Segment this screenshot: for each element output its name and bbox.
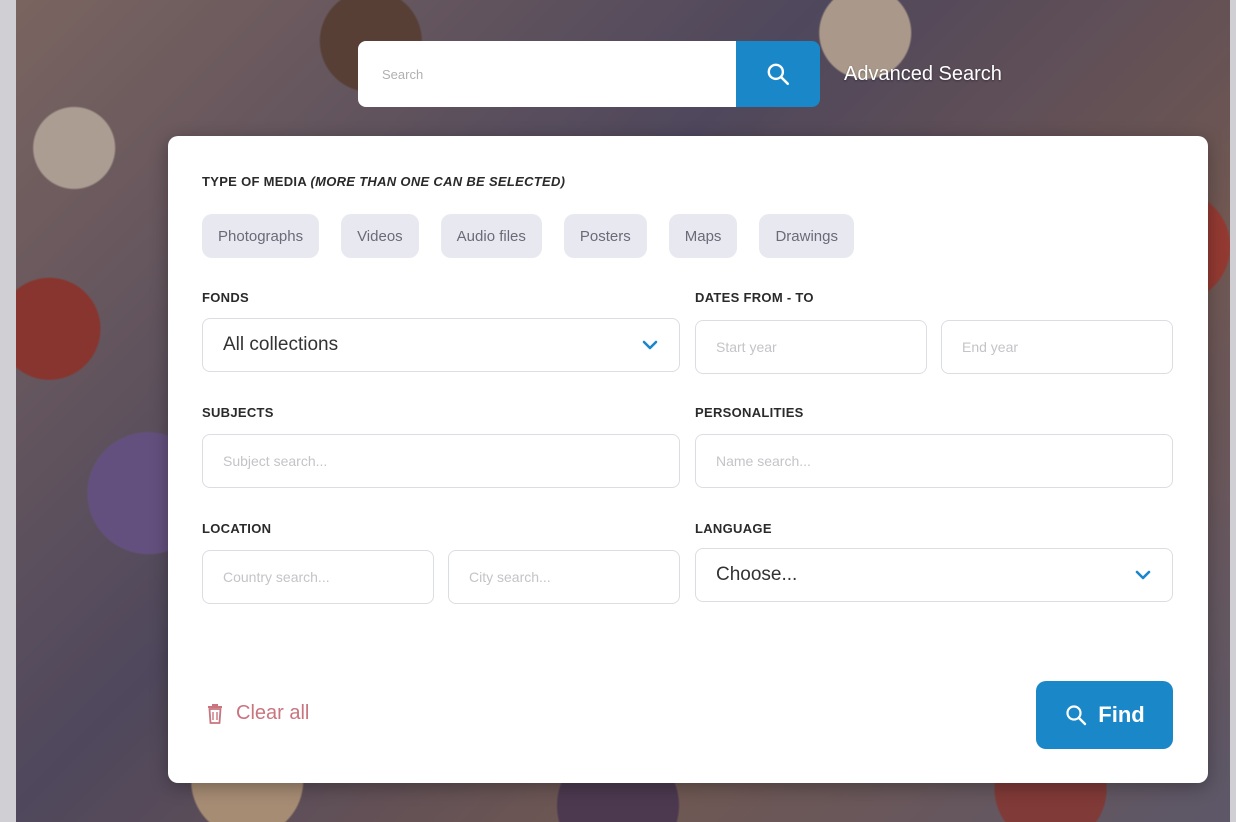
media-type-chips: Photographs Videos Audio files Posters M…: [202, 214, 854, 258]
chip-maps[interactable]: Maps: [668, 214, 738, 258]
personalities-label: PERSONALITIES: [695, 405, 804, 420]
media-type-hint: (MORE THAN ONE CAN BE SELECTED): [310, 174, 566, 189]
start-year-input[interactable]: [716, 339, 906, 355]
advanced-search-link[interactable]: Advanced Search: [844, 63, 1002, 86]
trash-icon: [208, 703, 222, 724]
start-year-field[interactable]: [695, 320, 927, 374]
find-label: Find: [1098, 702, 1145, 727]
chevron-down-icon: [641, 336, 659, 354]
fonds-select-value: All collections: [223, 334, 339, 355]
fonds-label: FONDS: [202, 290, 249, 305]
fonds-select[interactable]: All collections: [202, 318, 680, 372]
search-bar: Advanced Search: [358, 41, 1002, 107]
language-label: LANGUAGE: [695, 521, 772, 536]
clear-all-button[interactable]: Clear all: [206, 702, 309, 725]
language-select[interactable]: Choose...: [695, 548, 1173, 602]
end-year-input[interactable]: [962, 339, 1152, 355]
personalities-input[interactable]: [716, 453, 1152, 469]
media-type-label-text: TYPE OF MEDIA: [202, 174, 311, 189]
search-button[interactable]: [736, 41, 820, 107]
country-input[interactable]: [223, 569, 413, 585]
chip-drawings[interactable]: Drawings: [759, 214, 854, 258]
chip-posters[interactable]: Posters: [563, 214, 647, 258]
subjects-input[interactable]: [223, 453, 659, 469]
right-edge: [1230, 0, 1236, 822]
chip-audio-files[interactable]: Audio files: [440, 214, 542, 258]
left-edge: [0, 0, 16, 822]
clear-all-label: Clear all: [236, 702, 310, 724]
search-icon: [1066, 705, 1087, 726]
media-type-label: TYPE OF MEDIA (MORE THAN ONE CAN BE SELE…: [202, 174, 565, 189]
personalities-field[interactable]: [695, 434, 1173, 488]
city-input[interactable]: [469, 569, 659, 585]
country-field[interactable]: [202, 550, 434, 604]
language-select-value: Choose...: [716, 564, 798, 585]
advanced-search-panel: TYPE OF MEDIA (MORE THAN ONE CAN BE SELE…: [168, 136, 1208, 783]
search-icon: [767, 63, 790, 86]
subjects-field[interactable]: [202, 434, 680, 488]
end-year-field[interactable]: [941, 320, 1173, 374]
chevron-down-icon: [1134, 566, 1152, 584]
location-label: LOCATION: [202, 521, 272, 536]
find-button[interactable]: Find: [1036, 681, 1173, 749]
dates-label: DATES FROM - TO: [695, 290, 814, 305]
search-input[interactable]: [358, 41, 736, 107]
chip-videos[interactable]: Videos: [341, 214, 419, 258]
city-field[interactable]: [448, 550, 680, 604]
subjects-label: SUBJECTS: [202, 405, 274, 420]
chip-photographs[interactable]: Photographs: [202, 214, 320, 258]
